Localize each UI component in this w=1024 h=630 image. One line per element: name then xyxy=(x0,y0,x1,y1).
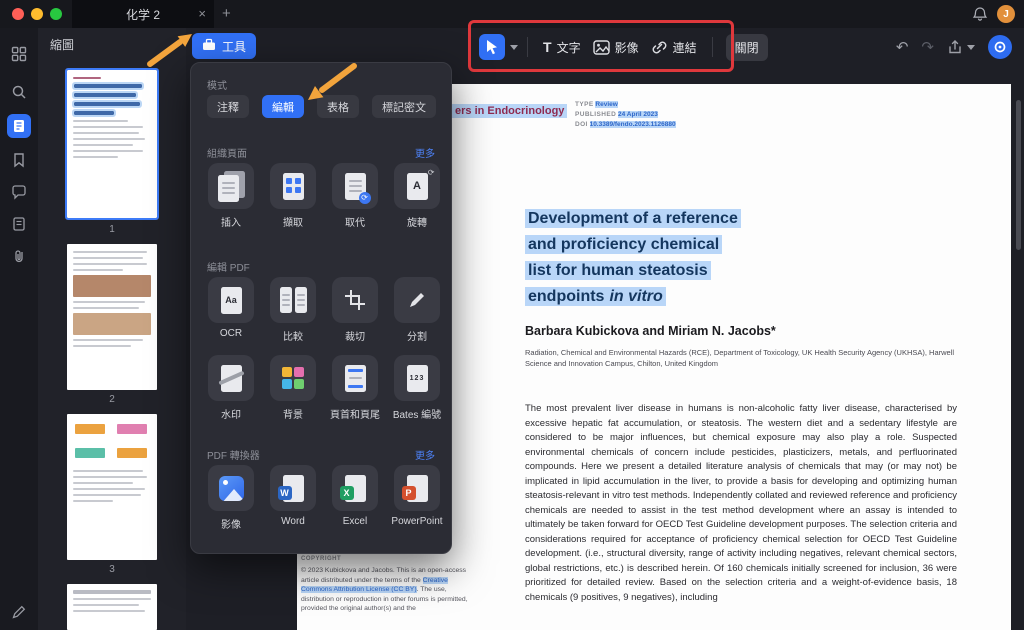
insert-pages-icon xyxy=(208,163,254,209)
published-label: PUBLISHED xyxy=(575,111,616,118)
toolbox-icon xyxy=(202,38,216,54)
comments-icon[interactable] xyxy=(7,180,31,204)
redo-button[interactable]: ↷ xyxy=(921,38,934,56)
export-chevron-down-icon xyxy=(967,45,975,50)
menu-item-ocr[interactable]: Aa OCR xyxy=(200,277,262,343)
page-number-label: 3 xyxy=(67,564,157,575)
journal-name: ers in Endocrinology xyxy=(452,104,567,118)
ai-assistant-button[interactable] xyxy=(988,35,1012,59)
background-icon xyxy=(270,355,316,401)
article-abstract: The most prevalent liver disease in huma… xyxy=(525,402,957,605)
document-tab[interactable]: 化学 2 × xyxy=(72,0,214,28)
notifications-bell-icon[interactable] xyxy=(972,6,988,27)
tab-close-icon[interactable]: × xyxy=(198,6,206,22)
search-icon[interactable] xyxy=(7,80,31,104)
copyright-label: COPYRIGHT xyxy=(301,556,341,562)
menu-item-watermark[interactable]: 水印 xyxy=(200,355,262,421)
menu-item-replace[interactable]: 取代 xyxy=(324,163,386,229)
left-icon-rail xyxy=(0,28,38,630)
split-pen-icon xyxy=(394,277,440,323)
menu-item-rotate[interactable]: A 旋轉 xyxy=(386,163,448,229)
account-avatar[interactable]: J xyxy=(997,5,1015,23)
undo-button[interactable]: ↶ xyxy=(896,38,909,56)
ocr-icon: Aa xyxy=(208,277,254,323)
crop-icon xyxy=(332,277,378,323)
organize-pages-section-label: 組織頁面 xyxy=(207,145,247,160)
copyright-text: © 2023 Kubickova and Jacobs. This is an … xyxy=(301,566,473,614)
mode-section-label: 模式 xyxy=(207,77,227,92)
organize-pages-more-link[interactable]: 更多 xyxy=(415,145,435,160)
rotate-pages-icon: A xyxy=(394,163,440,209)
export-icon xyxy=(947,39,963,55)
menu-item-insert[interactable]: 插入 xyxy=(200,163,262,229)
attachments-paperclip-icon[interactable] xyxy=(7,244,31,268)
page-thumbnail-2[interactable] xyxy=(67,244,157,390)
apps-grid-icon[interactable] xyxy=(7,42,31,66)
menu-item-crop[interactable]: 裁切 xyxy=(324,277,386,343)
extract-pages-icon xyxy=(270,163,316,209)
annotation-arrow-edit xyxy=(302,58,360,108)
signature-pen-icon[interactable] xyxy=(7,600,31,624)
thumbnail-panel: 縮圖 1 2 3 xyxy=(38,28,186,630)
header-footer-icon xyxy=(332,355,378,401)
menu-item-bates-numbering[interactable]: 123 Bates 編號 xyxy=(386,355,448,421)
bates-numbering-icon: 123 xyxy=(394,355,440,401)
article-title: Development of a reference and proficien… xyxy=(525,206,741,310)
page-thumbnail-1[interactable] xyxy=(67,70,157,218)
fullscreen-window-button[interactable] xyxy=(50,8,62,20)
annotation-arrow-tools xyxy=(142,28,198,70)
mode-tab-edit[interactable]: 編輯 xyxy=(262,95,304,118)
compare-documents-icon xyxy=(270,277,316,323)
image-converter-icon xyxy=(208,465,254,511)
tools-button[interactable]: 工具 xyxy=(192,33,256,59)
page-number-label: 1 xyxy=(67,224,157,235)
menu-item-compare[interactable]: 比較 xyxy=(262,277,324,343)
doi-value: 10.3389/fendo.2023.1126880 xyxy=(590,121,676,128)
minimize-window-button[interactable] xyxy=(31,8,43,20)
annotation-highlight-box xyxy=(468,20,734,72)
close-window-button[interactable] xyxy=(12,8,24,20)
pdf-converter-more-link[interactable]: 更多 xyxy=(415,447,435,462)
pdf-converter-section-label: PDF 轉換器 xyxy=(207,447,260,462)
page-thumbnail-3[interactable] xyxy=(67,414,157,560)
published-value: 24 April 2023 xyxy=(618,111,658,118)
doi-label: DOI xyxy=(575,121,588,128)
menu-item-convert-excel[interactable]: X Excel xyxy=(324,465,386,531)
type-label: TYPE xyxy=(575,101,594,108)
menu-item-extract[interactable]: 擷取 xyxy=(262,163,324,229)
edit-pdf-section-label: 編輯 PDF xyxy=(207,259,250,274)
excel-converter-icon: X xyxy=(332,465,378,511)
menu-item-convert-powerpoint[interactable]: P PowerPoint xyxy=(386,465,448,531)
app-window: 化学 2 × + J xyxy=(0,0,1024,630)
history-toolbar: ↶ ↷ xyxy=(896,35,1012,59)
menu-item-convert-word[interactable]: W Word xyxy=(262,465,324,531)
article-affiliation: Radiation, Chemical and Environmental Ha… xyxy=(525,348,965,369)
new-tab-button[interactable]: + xyxy=(222,5,231,22)
type-value: Review xyxy=(595,101,617,108)
export-button[interactable] xyxy=(947,39,975,55)
tab-title: 化学 2 xyxy=(126,6,160,23)
notes-icon[interactable] xyxy=(7,212,31,236)
menu-item-header-footer[interactable]: 頁首和頁尾 xyxy=(324,355,386,421)
menu-item-convert-image[interactable]: 影像 xyxy=(200,465,262,531)
bookmarks-icon[interactable] xyxy=(7,148,31,172)
replace-pages-icon xyxy=(332,163,378,209)
word-converter-icon: W xyxy=(270,465,316,511)
mode-tab-annotate[interactable]: 注釋 xyxy=(207,95,249,118)
page-number-label: 2 xyxy=(67,394,157,405)
page-thumbnail-4[interactable] xyxy=(67,584,157,630)
thumbnails-panel-icon[interactable] xyxy=(7,114,31,138)
article-authors: Barbara Kubickova and Miriam N. Jacobs* xyxy=(525,324,776,338)
thumbnail-panel-title: 縮圖 xyxy=(50,36,74,53)
ai-assistant-icon xyxy=(993,40,1007,54)
tools-button-label: 工具 xyxy=(222,38,246,55)
tools-menu: 模式 注釋 編輯 表格 標記密文 組織頁面 更多 插入 擷取 取代 A xyxy=(190,62,452,554)
scrollbar[interactable] xyxy=(1016,100,1021,250)
powerpoint-converter-icon: P xyxy=(394,465,440,511)
menu-item-split[interactable]: 分割 xyxy=(386,277,448,343)
menu-item-background[interactable]: 背景 xyxy=(262,355,324,421)
watermark-icon xyxy=(208,355,254,401)
article-meta: TYPE Review PUBLISHED 24 April 2023 DOI … xyxy=(575,100,676,130)
mode-tab-redact[interactable]: 標記密文 xyxy=(372,95,436,118)
